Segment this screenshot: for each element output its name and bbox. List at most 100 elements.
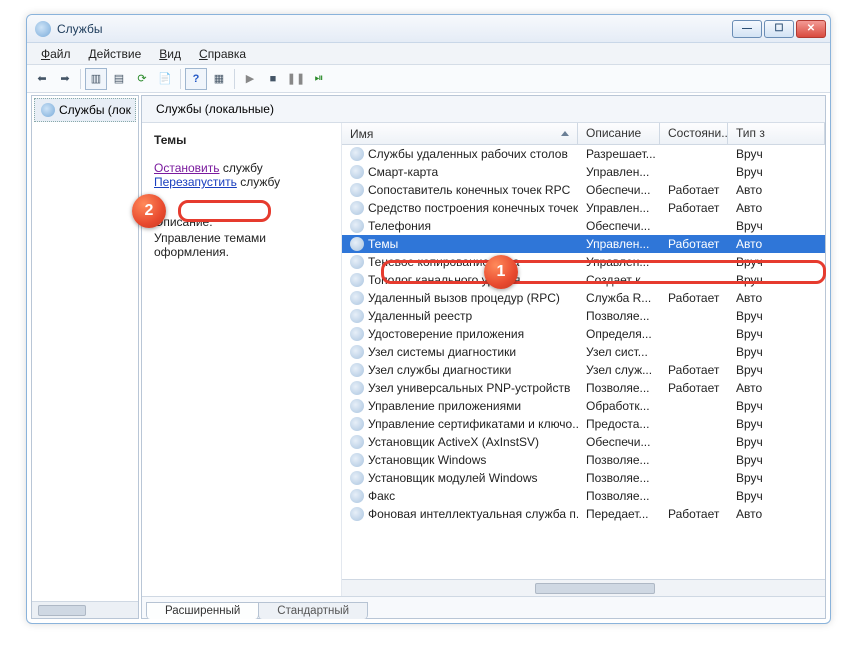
service-icon (350, 489, 364, 503)
service-row[interactable]: Управление сертификатами и ключо...Предо… (342, 415, 825, 433)
maximize-button[interactable]: ☐ (764, 20, 794, 38)
service-state: Работает (660, 363, 728, 377)
service-desc: Определя... (578, 327, 660, 341)
service-icon (350, 399, 364, 413)
service-icon (350, 165, 364, 179)
col-type[interactable]: Тип з (728, 123, 825, 144)
console-tree[interactable]: Службы (лок (31, 95, 139, 619)
service-name: Установщик ActiveX (AxInstSV) (368, 435, 539, 449)
service-desc: Управлен... (578, 255, 660, 269)
service-type: Вруч (728, 273, 825, 287)
service-row[interactable]: Управление приложениямиОбработк...Вруч (342, 397, 825, 415)
list-scrollbar[interactable] (342, 579, 825, 596)
service-row[interactable]: Удаленный вызов процедур (RPC)Служба R..… (342, 289, 825, 307)
service-name: Сопоставитель конечных точек RPC (368, 183, 570, 197)
back-button[interactable]: ⬅ (31, 68, 53, 90)
forward-button[interactable]: ➡ (54, 68, 76, 90)
service-row[interactable]: Установщик модулей WindowsПозволяе...Вру… (342, 469, 825, 487)
service-type: Вруч (728, 399, 825, 413)
help-button[interactable]: ? (185, 68, 207, 90)
service-row[interactable]: Удаленный реестрПозволяе...Вруч (342, 307, 825, 325)
service-icon (350, 507, 364, 521)
gear-icon (41, 103, 55, 117)
stop-service-button[interactable]: ■ (262, 68, 284, 90)
service-type: Вруч (728, 327, 825, 341)
service-type: Авто (728, 381, 825, 395)
service-type: Вруч (728, 453, 825, 467)
service-icon (350, 201, 364, 215)
start-service-button[interactable]: ▶ (239, 68, 261, 90)
restart-service-button[interactable]: ⏯ (308, 68, 330, 90)
refresh-button[interactable]: ⟳ (131, 68, 153, 90)
col-state[interactable]: Состояни... (660, 123, 728, 144)
service-icon (350, 435, 364, 449)
service-type: Авто (728, 183, 825, 197)
service-row[interactable]: Теневое копирование томаУправлен...Вруч (342, 253, 825, 271)
selected-service-name: Темы (154, 133, 331, 147)
tree-scrollbar[interactable] (32, 601, 138, 618)
service-icon (350, 345, 364, 359)
pause-service-button[interactable]: ❚❚ (285, 68, 307, 90)
service-row[interactable]: Фоновая интеллектуальная служба п...Пере… (342, 505, 825, 523)
service-row[interactable]: Средство построения конечных точек...Упр… (342, 199, 825, 217)
service-row[interactable]: Узел службы диагностикиУзел служ...Работ… (342, 361, 825, 379)
tree-node-services-local[interactable]: Службы (лок (34, 98, 136, 122)
service-desc: Обеспечи... (578, 435, 660, 449)
titlebar[interactable]: Службы — ☐ ✕ (27, 15, 830, 43)
menu-file[interactable]: Файл (33, 45, 79, 63)
menubar: Файл Действие Вид Справка (27, 43, 830, 65)
service-type: Вруч (728, 345, 825, 359)
col-description[interactable]: Описание (578, 123, 660, 144)
show-hide-tree-button[interactable]: ▥ (85, 68, 107, 90)
service-type: Вруч (728, 147, 825, 161)
menu-help[interactable]: Справка (191, 45, 254, 63)
service-row[interactable]: ТелефонияОбеспечи...Вруч (342, 217, 825, 235)
service-row[interactable]: Установщик WindowsПозволяе...Вруч (342, 451, 825, 469)
service-state: Работает (660, 237, 728, 251)
service-type: Авто (728, 237, 825, 251)
service-desc: Управлен... (578, 165, 660, 179)
stop-service-link[interactable]: Остановить (154, 161, 220, 175)
service-detail-panel: Темы Остановить службу Перезапустить слу… (142, 123, 342, 596)
service-row[interactable]: ФаксПозволяе...Вруч (342, 487, 825, 505)
menu-action[interactable]: Действие (81, 45, 150, 63)
service-desc: Позволяе... (578, 471, 660, 485)
service-type: Вруч (728, 363, 825, 377)
properties-button[interactable]: ▤ (108, 68, 130, 90)
service-desc: Позволяе... (578, 489, 660, 503)
description-text: Управление темами оформления. (154, 231, 331, 259)
service-row[interactable]: Тополог канального уровняСоздает к...Вру… (342, 271, 825, 289)
service-row[interactable]: Смарт-картаУправлен...Вруч (342, 163, 825, 181)
restart-service-link[interactable]: Перезапустить (154, 175, 237, 189)
services-window: Службы — ☐ ✕ Файл Действие Вид Справка ⬅… (26, 14, 831, 624)
service-row[interactable]: Установщик ActiveX (AxInstSV) Обеспечи...… (342, 433, 825, 451)
pane-header: Службы (локальные) (142, 96, 825, 123)
service-icon (350, 417, 364, 431)
tab-standard[interactable]: Стандартный (258, 602, 368, 619)
close-button[interactable]: ✕ (796, 20, 826, 38)
service-icon (350, 309, 364, 323)
service-desc: Управлен... (578, 237, 660, 251)
services-list[interactable]: Имя Описание Состояни... Тип з Службы уд… (342, 123, 825, 596)
minimize-button[interactable]: — (732, 20, 762, 38)
service-name: Средство построения конечных точек... (368, 201, 578, 215)
tab-extended[interactable]: Расширенный (146, 602, 259, 619)
service-name: Фоновая интеллектуальная служба п... (368, 507, 578, 521)
service-desc: Обеспечи... (578, 219, 660, 233)
toolbar-options-button[interactable]: ▦ (208, 68, 230, 90)
service-row[interactable]: Службы удаленных рабочих столовРазрешает… (342, 145, 825, 163)
service-row[interactable]: Узел универсальных PNP-устройствПозволяе… (342, 379, 825, 397)
column-headers[interactable]: Имя Описание Состояни... Тип з (342, 123, 825, 145)
description-label: Описание: (154, 215, 331, 229)
service-row[interactable]: Сопоставитель конечных точек RPCОбеспечи… (342, 181, 825, 199)
export-button[interactable]: 📄 (154, 68, 176, 90)
service-row[interactable]: Удостоверение приложения Определя... Вруч (342, 325, 825, 343)
service-row[interactable]: Узел системы диагностикиУзел сист...Вруч (342, 343, 825, 361)
service-desc: Узел сист... (578, 345, 660, 359)
service-row[interactable]: ТемыУправлен...РаботаетАвто (342, 235, 825, 253)
menu-view[interactable]: Вид (151, 45, 189, 63)
col-name[interactable]: Имя (342, 123, 578, 144)
service-icon (350, 381, 364, 395)
service-name: Удостоверение приложения (368, 327, 524, 341)
service-desc: Создает к... (578, 273, 660, 287)
